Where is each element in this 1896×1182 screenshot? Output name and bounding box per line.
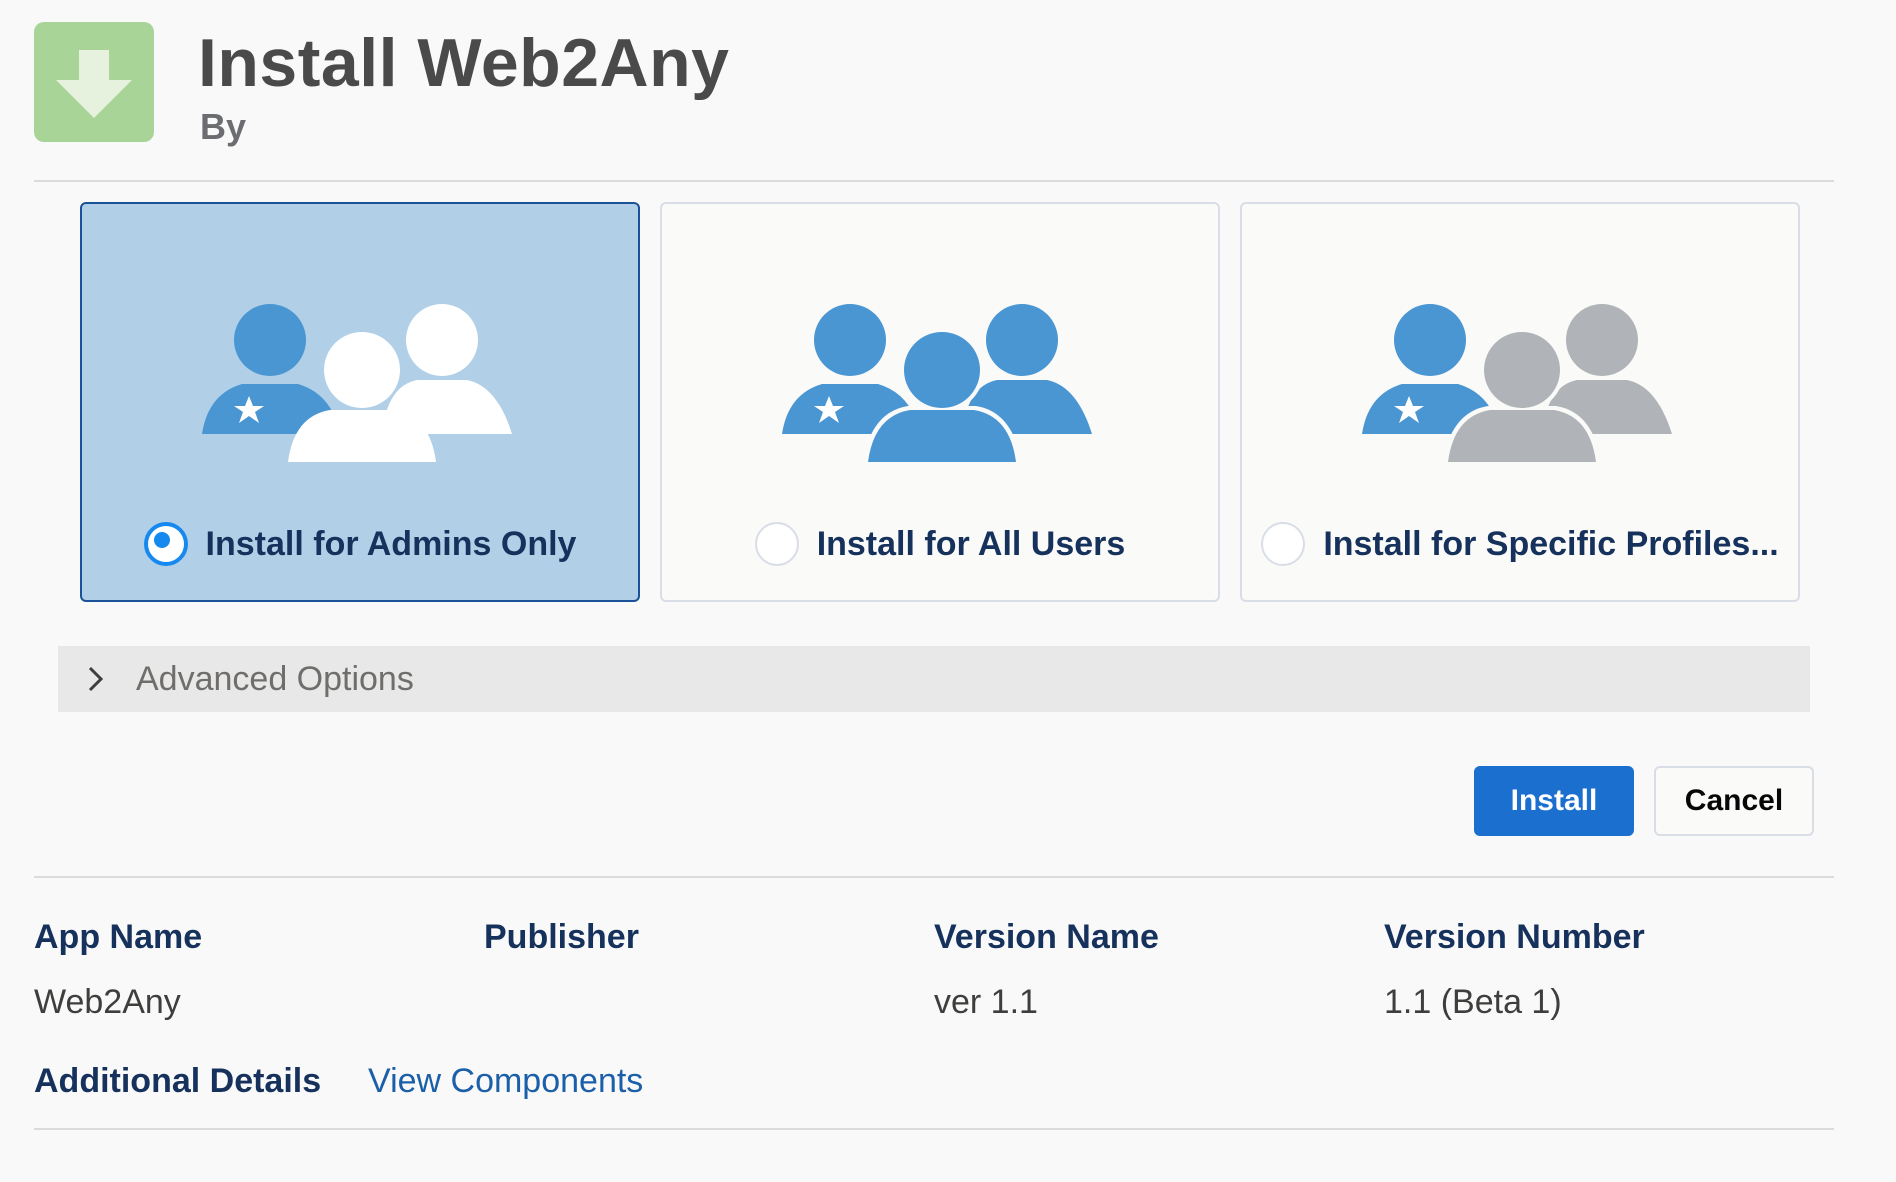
advanced-options-label: Advanced Options (136, 659, 414, 698)
cancel-button[interactable]: Cancel (1654, 766, 1814, 836)
publisher-byline: By (200, 106, 247, 147)
specific-profiles-icon (1362, 304, 1672, 466)
option-card-admins-only[interactable]: Install for Admins Only (80, 202, 640, 602)
advanced-options-toggle[interactable]: Advanced Options (58, 646, 1810, 712)
divider (34, 1128, 1834, 1130)
all-users-icon (782, 304, 1092, 466)
additional-details-label: Additional Details (34, 1062, 322, 1100)
option-row: Install for Admins Only (82, 522, 638, 566)
version-name-value: ver 1.1 (934, 983, 1038, 1021)
option-row: Install for Specific Profiles... (1242, 522, 1798, 566)
version-number-column: Version Number 1.1 (Beta 1) (1384, 918, 1645, 1022)
install-button[interactable]: Install (1474, 766, 1634, 836)
option-row: Install for All Users (662, 522, 1218, 566)
all-users-radio[interactable] (754, 522, 799, 566)
version-number-label: Version Number (1384, 918, 1645, 956)
version-name-label: Version Name (934, 918, 1159, 956)
chevron-right-icon (88, 666, 104, 692)
option-label: Install for Admins Only (205, 524, 577, 563)
version-number-value: 1.1 (Beta 1) (1384, 983, 1562, 1021)
publisher-column: Publisher (484, 918, 639, 983)
option-card-all-users[interactable]: Install for All Users (660, 202, 1220, 602)
app-icon (34, 22, 154, 142)
admin-users-icon (202, 304, 512, 462)
view-components-link[interactable]: View Components (368, 1062, 643, 1101)
app-name-column: App Name Web2Any (34, 918, 202, 1022)
download-arrow-icon (56, 50, 132, 118)
option-label: Install for All Users (816, 524, 1126, 563)
app-name-value: Web2Any (34, 983, 181, 1021)
divider (34, 180, 1834, 182)
admins-only-radio[interactable] (143, 522, 188, 566)
page-title: Install Web2Any (198, 25, 730, 101)
divider (34, 876, 1834, 878)
install-page: Install Web2Any By Install for Admins On… (0, 0, 1896, 1182)
publisher-label: Publisher (484, 918, 639, 956)
option-label: Install for Specific Profiles... (1323, 524, 1779, 563)
specific-profiles-radio[interactable] (1261, 522, 1306, 566)
app-name-label: App Name (34, 918, 203, 956)
option-card-specific-profiles[interactable]: Install for Specific Profiles... (1240, 202, 1800, 602)
version-name-column: Version Name ver 1.1 (934, 918, 1159, 1022)
